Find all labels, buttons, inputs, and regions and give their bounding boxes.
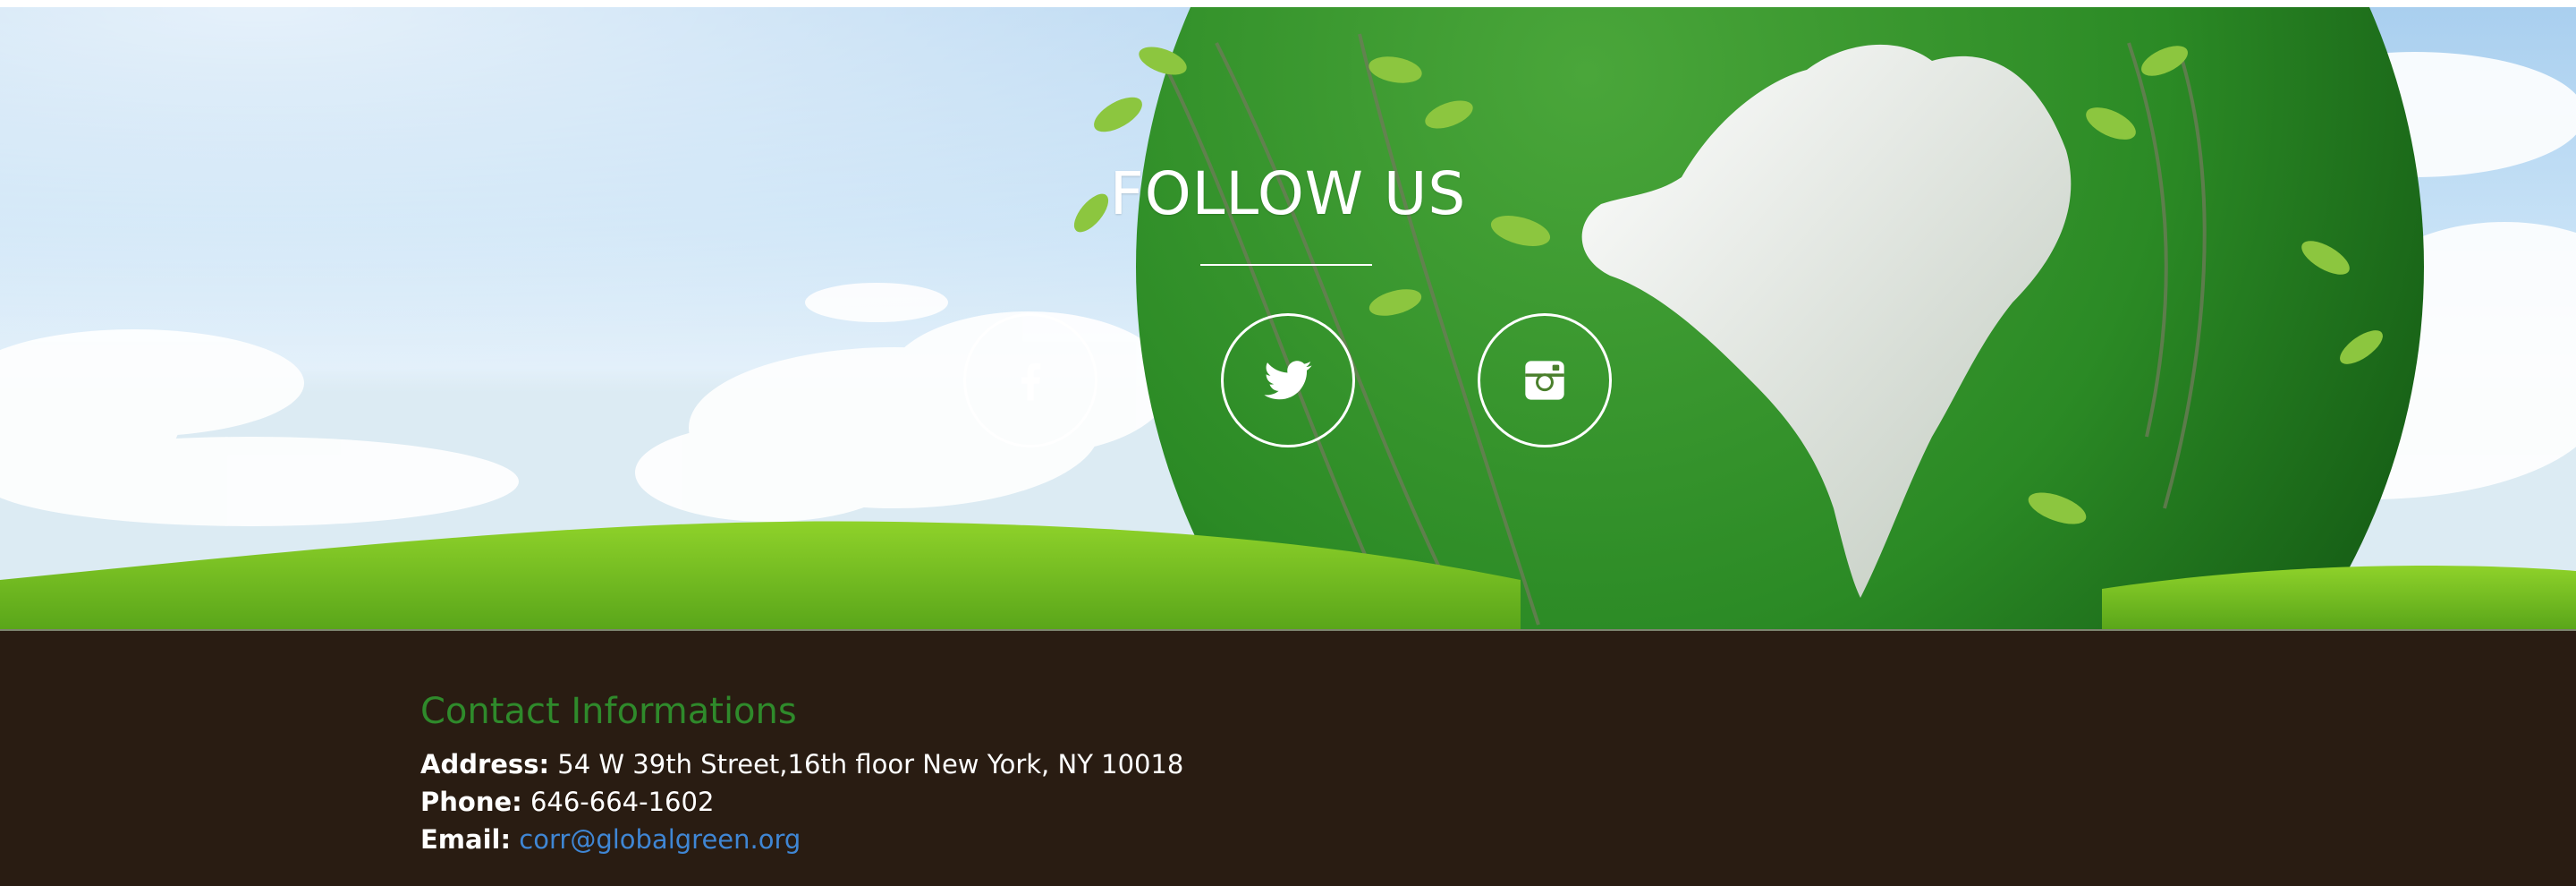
phone-line: Phone: 646-664-1602 bbox=[420, 787, 714, 817]
phone-value: 646-664-1602 bbox=[530, 787, 715, 817]
contact-section-title: Contact Informations bbox=[420, 691, 797, 732]
email-label: Email: bbox=[420, 824, 512, 855]
address-value: 54 W 39th Street,16th floor New York, NY… bbox=[557, 749, 1184, 780]
email-link[interactable]: corr@globalgreen.org bbox=[519, 824, 801, 855]
follow-us-banner: FOLLOW US bbox=[0, 7, 2576, 629]
address-line: Address: 54 W 39th Street,16th floor New… bbox=[420, 749, 1183, 780]
twitter-icon bbox=[1264, 361, 1312, 400]
contact-footer: Contact Informations Address: 54 W 39th … bbox=[0, 629, 2576, 886]
email-line: Email: corr@globalgreen.org bbox=[420, 824, 801, 855]
instagram-link-button[interactable] bbox=[1478, 313, 1612, 447]
title-divider bbox=[1200, 264, 1372, 266]
instagram-icon bbox=[1525, 361, 1564, 400]
follow-us-title: FOLLOW US bbox=[1109, 159, 1467, 228]
address-label: Address: bbox=[420, 749, 550, 780]
twitter-link-button[interactable] bbox=[1221, 313, 1355, 447]
facebook-link-button[interactable] bbox=[963, 313, 1097, 447]
facebook-icon bbox=[1021, 362, 1041, 401]
page: FOLLOW US Contact Informations Address: … bbox=[0, 0, 2576, 886]
phone-label: Phone: bbox=[420, 787, 522, 817]
